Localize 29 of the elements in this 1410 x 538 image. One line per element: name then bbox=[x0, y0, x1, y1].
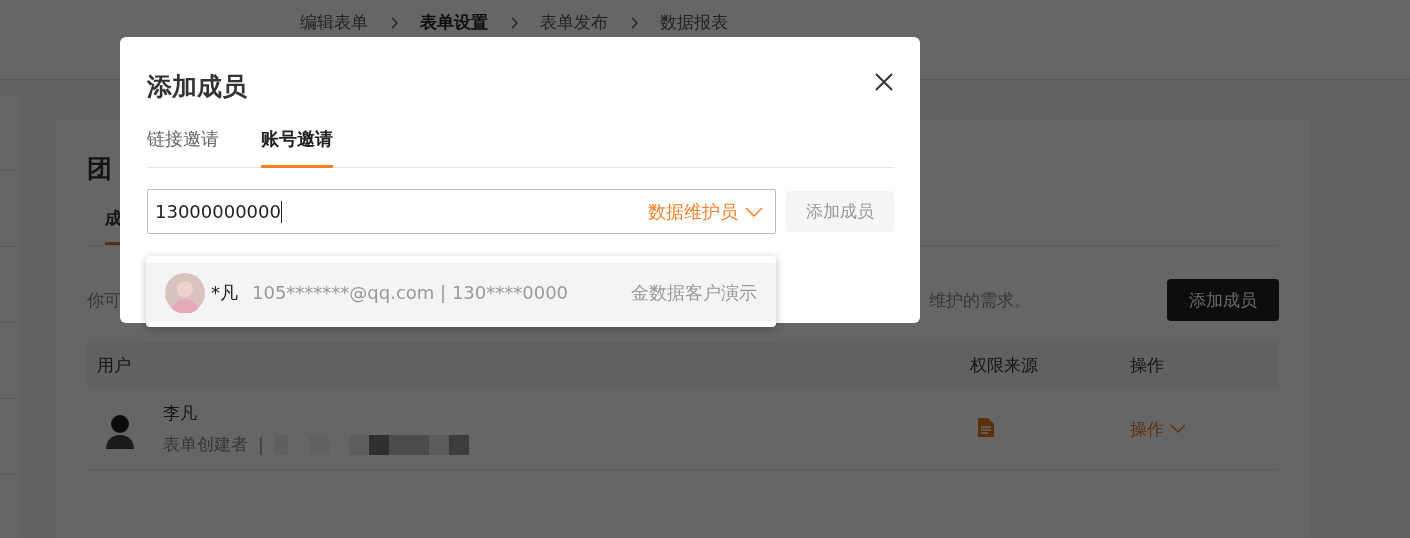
document-icon bbox=[978, 417, 994, 437]
close-icon[interactable] bbox=[875, 73, 893, 91]
tab[interactable]: 链接邀请 bbox=[147, 127, 219, 167]
breadcrumb-step[interactable]: 数据报表 bbox=[660, 11, 728, 34]
avatar-icon bbox=[165, 272, 205, 313]
suggestion-item[interactable]: *凡 105*******@qq.com | 130****0000 金数据客户演示 bbox=[146, 263, 776, 322]
breadcrumb-step[interactable]: 表单设置 bbox=[420, 11, 488, 34]
breadcrumb-step[interactable]: 表单发布 bbox=[540, 11, 608, 34]
suggestion-contact: 105*******@qq.com | 130****0000 bbox=[252, 282, 569, 303]
chevron-right-icon bbox=[510, 16, 518, 29]
card-title: 团 bbox=[87, 153, 113, 185]
actions-dropdown[interactable]: 操作 bbox=[1130, 417, 1186, 441]
chevron-down-icon bbox=[1170, 424, 1186, 434]
chevron-right-icon bbox=[390, 16, 398, 29]
tab[interactable]: 账号邀请 bbox=[261, 127, 333, 168]
input-field[interactable]: 13000000000 数据维护员 bbox=[147, 189, 776, 234]
suggestion-organization: 金数据客户演示 bbox=[631, 280, 757, 305]
role-select[interactable]: 数据维护员 bbox=[648, 199, 763, 224]
chevron-down-icon bbox=[745, 206, 763, 217]
add-member-button[interactable]: 添加成员 bbox=[1167, 279, 1279, 321]
dialog-title: 添加成员 bbox=[147, 71, 247, 103]
breadcrumb-step[interactable]: 编辑表单 bbox=[300, 11, 368, 34]
column-header: 操作 bbox=[1130, 353, 1165, 377]
user-name: 李凡 bbox=[163, 402, 198, 425]
column-header: 用户 bbox=[96, 353, 132, 377]
suggestion-name: *凡 bbox=[211, 280, 238, 305]
separator-text: | bbox=[258, 434, 264, 455]
chevron-right-icon bbox=[630, 16, 638, 29]
column-header: 权限来源 bbox=[970, 353, 1039, 377]
